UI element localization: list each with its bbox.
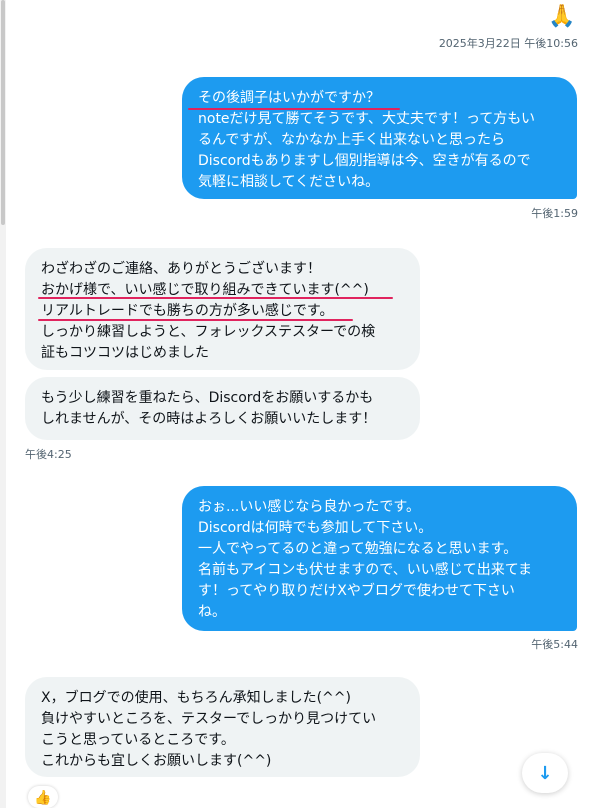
message-timestamp: 午後4:25: [25, 448, 72, 461]
scrollbar-thumb[interactable]: [1, 0, 5, 225]
message-line: これからも宜しくお願いします(^^): [41, 753, 272, 769]
message-timestamp: 午後5:44: [531, 638, 578, 651]
message-timestamp: 午後1:59: [531, 207, 578, 220]
message-line: しっかり練習しようと、フォレックステスターでの検: [41, 324, 376, 340]
thumbs-up-reaction-icon: 👍: [28, 786, 58, 808]
message-line: 気軽に相談してくださいね。: [198, 174, 380, 190]
arrow-down-icon: ↓: [537, 762, 553, 784]
outgoing-message[interactable]: おぉ...いい感じなら良かったです。 Discordは何時でも参加して下さい。 …: [182, 486, 577, 631]
highlight-underline: [38, 297, 393, 299]
message-line: その後調子はいかがですか？: [198, 90, 380, 106]
highlight-underline: [188, 108, 400, 110]
message-line: 負けやすいところを、テスターでしっかり見つけてい: [41, 711, 377, 727]
outgoing-message[interactable]: その後調子はいかがですか？ noteだけ見て勝てそうです、大丈夫です！って方もい…: [182, 77, 577, 199]
message-line: noteだけ見て勝てそうです、大丈夫です！って方もい: [198, 111, 536, 127]
conversation-date-time: 2025年3月22日 午後10:56: [438, 37, 578, 50]
message-line: おぉ...いい感じなら良かったです。: [198, 499, 420, 515]
incoming-message[interactable]: もう少し練習を重ねたら、Discordをお願いするかも しれませんが、その時はよ…: [25, 377, 420, 440]
message-line: Discordは何時でも参加して下さい。: [198, 520, 433, 536]
incoming-message[interactable]: わざわざのご連絡、ありがとうございます！ おかげ様で、いい感じで取り組みできてい…: [25, 248, 420, 370]
message-line: もう少し練習を重ねたら、Discordをお願いするかも: [41, 390, 374, 406]
message-line: わざわざのご連絡、ありがとうございます！: [41, 261, 321, 277]
message-line: こうと思っているところです。: [41, 732, 235, 748]
message-line: しれませんが、その時はよろしくお願いいたします！: [41, 411, 377, 427]
scrollbar[interactable]: [0, 0, 6, 808]
message-line: す！ってやり取りだけXやブログで使わせて下さい: [198, 583, 515, 599]
message-line: るんですが、なかなか上手く出来ないと思ったら: [198, 132, 506, 148]
message-line: X，ブログでの使用、もちろん承知しました(^^): [41, 690, 351, 706]
praying-hands-reaction-icon: 🙏: [548, 4, 576, 29]
scroll-to-bottom-button[interactable]: ↓: [522, 753, 568, 793]
message-line: 証もコツコツはじめました: [41, 345, 209, 361]
message-line: 一人でやってるのと違って勉強になると思います。: [198, 541, 518, 557]
message-line: ね。: [198, 604, 226, 620]
incoming-message[interactable]: X，ブログでの使用、もちろん承知しました(^^) 負けやすいところを、テスターで…: [25, 677, 420, 777]
message-line: Discordもありますし個別指導は今、空きが有るので: [198, 153, 531, 169]
message-line: 名前もアイコンも伏せますので、いい感じて出来てま: [198, 562, 533, 578]
highlight-underline: [38, 319, 353, 321]
